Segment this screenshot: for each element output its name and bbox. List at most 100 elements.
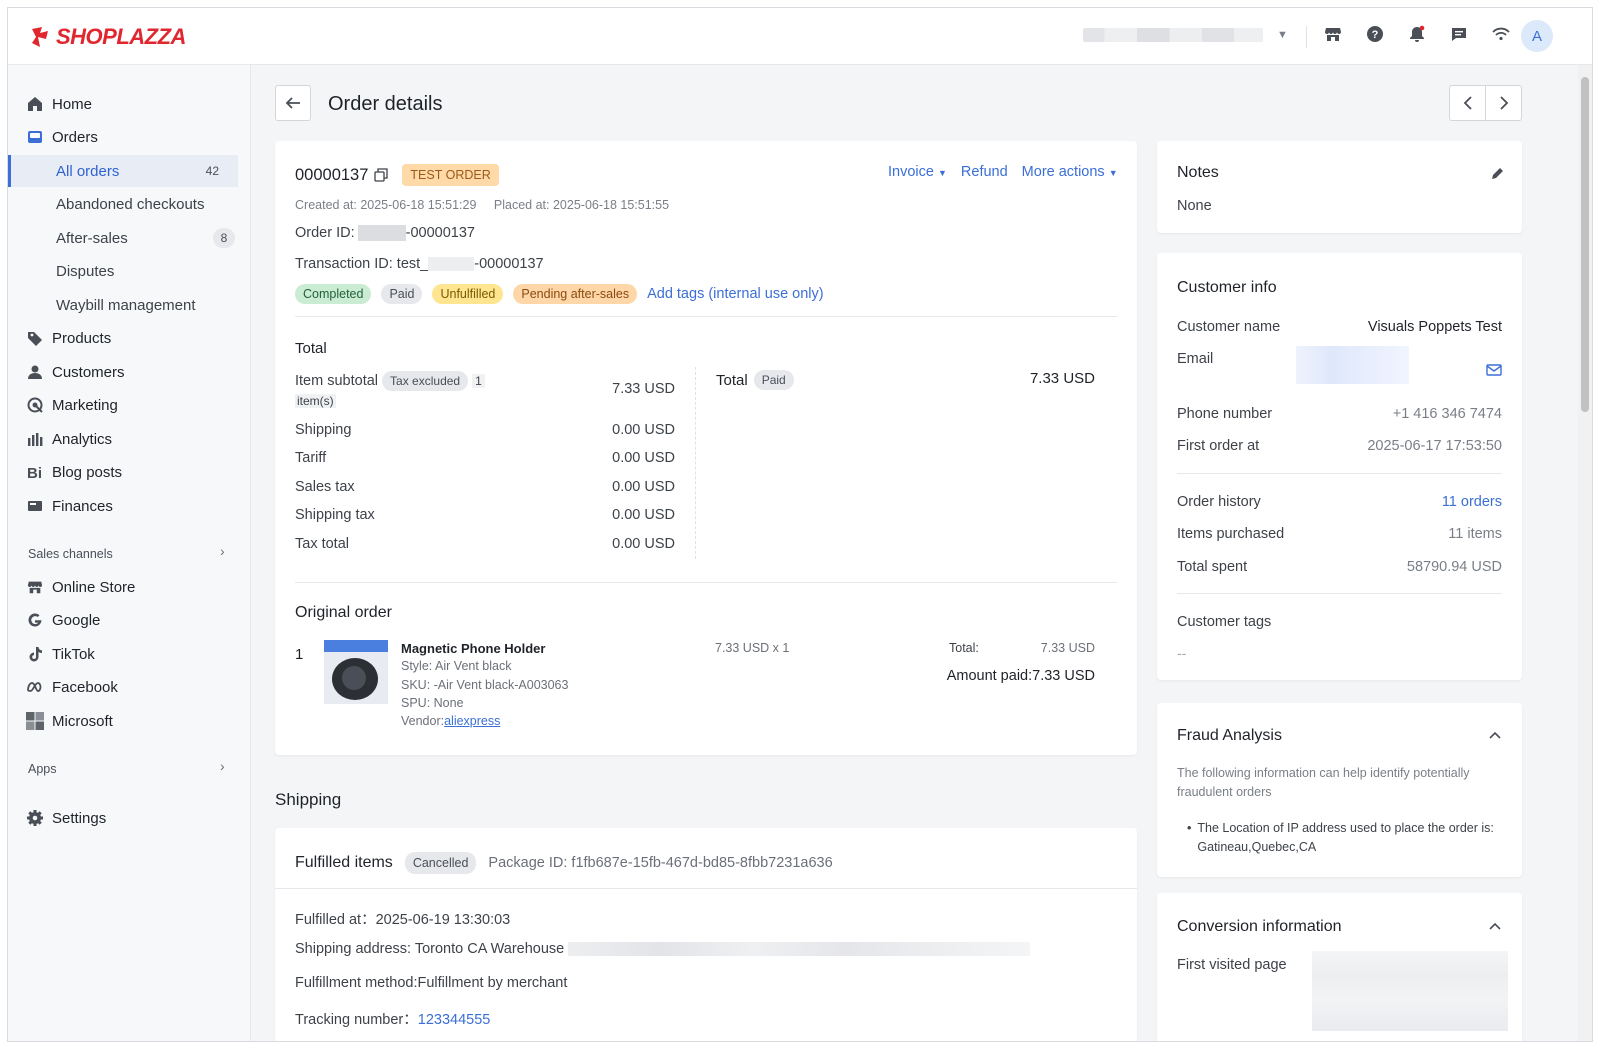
mail-icon[interactable] (1486, 364, 1502, 376)
phone-label: Phone number (1177, 406, 1273, 422)
refund-button[interactable]: Refund (961, 164, 1008, 180)
transaction-id-suffix: -00000137 (474, 256, 544, 272)
sidebar-item-blog-posts[interactable]: Bi Blog posts (8, 456, 251, 488)
customer-tags-label: Customer tags (1177, 614, 1272, 630)
back-button[interactable] (275, 85, 311, 121)
google-icon (26, 611, 44, 629)
vendor-link[interactable]: aliexpress (444, 714, 500, 728)
chevron-up-icon[interactable] (1489, 922, 1501, 930)
product-style: Style: Air Vent black (401, 659, 512, 673)
edit-pencil-icon[interactable] (1490, 167, 1504, 181)
chat-icon[interactable] (1449, 24, 1469, 44)
placed-at: 2025-06-18 15:51:55 (552, 198, 670, 212)
shipping-address: Shipping address: Toronto CA Warehouse (295, 941, 565, 957)
line-item-total-label: Total: (949, 641, 979, 655)
tag-icon (26, 329, 44, 347)
sidebar-item-products[interactable]: Products (8, 322, 251, 354)
app-window: SHOPLAZZA ▼ ? A Home Orders All orders 4… (7, 7, 1593, 1042)
chevron-right-icon[interactable]: › (220, 758, 225, 774)
sidebar-item-microsoft[interactable]: Microsoft (8, 705, 251, 737)
chevron-up-icon[interactable] (1489, 731, 1501, 739)
sidebar-item-after-sales[interactable]: After-sales 8 (8, 222, 251, 254)
divider (1177, 593, 1502, 594)
product-spu: SPU: None (401, 696, 464, 710)
top-bar: SHOPLAZZA ▼ ? A (8, 8, 1592, 65)
finance-icon (26, 497, 44, 515)
tracking-label: Tracking number： (295, 1012, 418, 1028)
invoice-button[interactable]: Invoice ▼ (888, 164, 947, 180)
sidebar-item-marketing[interactable]: Marketing (8, 389, 251, 421)
customer-tags-value: -- (1177, 645, 1187, 661)
sidebar-item-disputes[interactable]: Disputes (8, 255, 251, 287)
divider (1306, 26, 1307, 48)
scrollbar[interactable] (1578, 65, 1592, 1041)
orders-icon (26, 128, 44, 146)
transaction-id-label: Transaction ID: test_ (295, 256, 429, 272)
original-order-heading: Original order (295, 604, 392, 621)
brand-logo[interactable]: SHOPLAZZA (28, 24, 186, 50)
next-order-button[interactable] (1486, 86, 1521, 120)
order-number: 00000137 (295, 165, 369, 184)
sidebar-item-orders[interactable]: Orders (8, 121, 251, 153)
vendor-label: Vendor: (401, 714, 445, 728)
item-subtotal-value: 7.33 USD (612, 381, 675, 397)
more-actions-button[interactable]: More actions ▼ (1022, 164, 1118, 180)
wifi-icon[interactable] (1491, 24, 1511, 44)
order-id-suffix: -00000137 (405, 225, 475, 241)
order-pager (1449, 85, 1522, 121)
gear-icon (26, 809, 44, 827)
product-sku: SKU: -Air Vent black-A003063 (401, 678, 569, 692)
sidebar-item-finances[interactable]: Finances (8, 490, 251, 522)
marketing-icon (26, 396, 44, 414)
line-item-price-qty: 7.33 USD x 1 (715, 641, 790, 655)
sidebar-item-tiktok[interactable]: TikTok (8, 638, 251, 670)
sidebar-item-all-orders[interactable]: All orders 42 (8, 155, 238, 187)
sidebar-item-customers[interactable]: Customers (8, 356, 251, 388)
previous-order-button[interactable] (1450, 86, 1486, 120)
divider (295, 582, 1117, 583)
shipping-tax-label: Shipping tax (295, 507, 375, 523)
caret-down-icon: ▼ (1108, 168, 1118, 178)
sales-tax-value: 0.00 USD (612, 479, 675, 495)
tracking-number-link[interactable]: 123344555 (418, 1012, 491, 1028)
total-spent-value: 58790.94 USD (1406, 559, 1502, 575)
tiktok-icon (26, 645, 44, 663)
scrollbar-thumb[interactable] (1581, 77, 1589, 412)
product-name[interactable]: Magnetic Phone Holder (401, 641, 545, 656)
total-paid-badge: Paid (753, 370, 794, 390)
sidebar-item-analytics[interactable]: Analytics (8, 423, 251, 455)
customer-name[interactable]: Visuals Poppets Test (1302, 319, 1502, 335)
add-tags-link[interactable]: Add tags (internal use only) (647, 286, 824, 302)
order-history-link[interactable]: 11 orders (1302, 494, 1502, 510)
bullet-icon: • (1187, 821, 1192, 835)
order-summary-card: 00000137 TEST ORDER Invoice ▼ Refund Mor… (275, 141, 1137, 755)
divider (275, 888, 1137, 889)
conversion-info-heading: Conversion information (1177, 918, 1342, 935)
sidebar-item-online-store[interactable]: Online Store (8, 571, 251, 603)
tax-total-label: Tax total (295, 536, 349, 552)
sidebar-item-home[interactable]: Home (8, 88, 251, 120)
test-order-badge: TEST ORDER (402, 164, 499, 186)
sidebar-item-abandoned-checkouts[interactable]: Abandoned checkouts (8, 188, 251, 220)
grand-total-value: 7.33 USD (1029, 370, 1095, 387)
sidebar-item-google[interactable]: Google (8, 604, 251, 636)
product-thumbnail[interactable] (324, 640, 388, 704)
totals-heading: Total (295, 340, 327, 357)
chevron-right-icon[interactable]: › (220, 543, 225, 559)
store-selector[interactable]: ▼ (1083, 28, 1288, 42)
line-item-index: 1 (295, 646, 304, 663)
fulfilled-items-card: Fulfilled items Cancelled Package ID: f1… (275, 828, 1137, 1041)
shipping-label: Shipping (295, 422, 352, 438)
sales-channels-label: Sales channels (28, 547, 113, 561)
item-count-unit: item(s) (295, 394, 336, 408)
copy-icon[interactable] (374, 168, 389, 182)
bell-icon[interactable] (1407, 24, 1427, 44)
sidebar-item-waybill-management[interactable]: Waybill management (8, 289, 251, 321)
store-icon[interactable] (1323, 24, 1343, 44)
sidebar-item-facebook[interactable]: Facebook (8, 671, 251, 703)
avatar[interactable]: A (1521, 20, 1553, 52)
sidebar-item-settings[interactable]: Settings (8, 802, 251, 834)
fraud-analysis-card: Fraud Analysis The following information… (1157, 703, 1522, 877)
help-icon[interactable]: ? (1365, 24, 1385, 44)
status-badge-unfulfilled: Unfulfilled (432, 284, 504, 304)
